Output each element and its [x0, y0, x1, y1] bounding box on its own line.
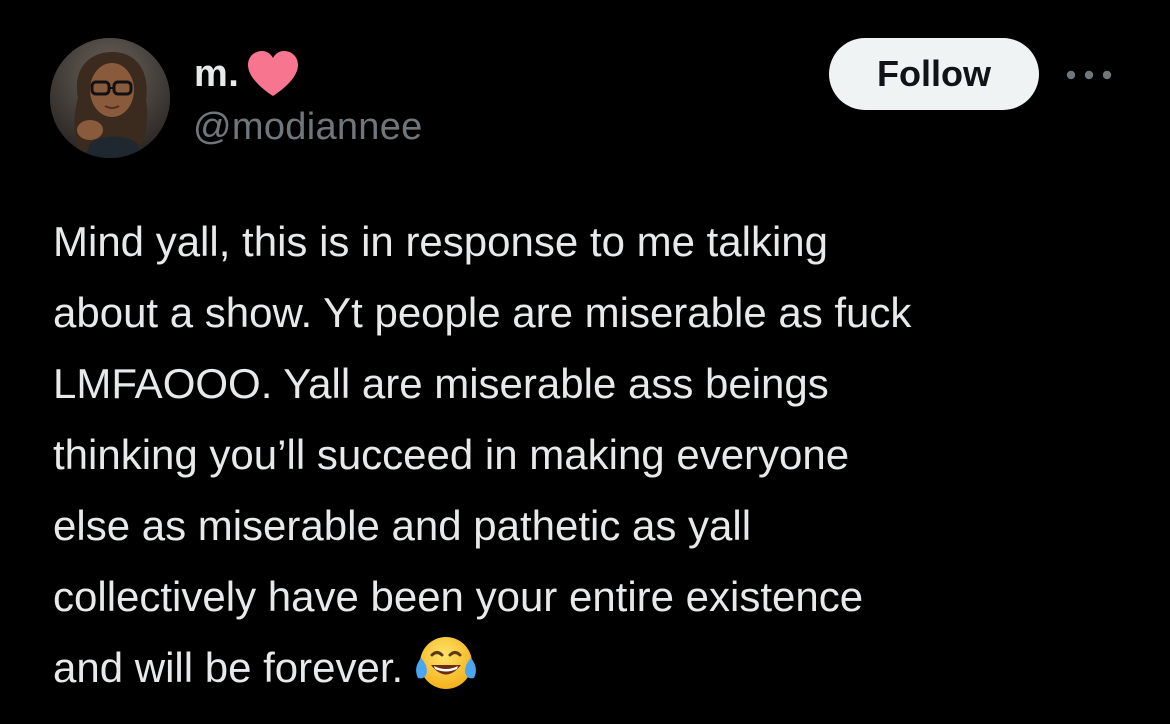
handle[interactable]: @modiannee: [193, 106, 423, 149]
display-name-row[interactable]: m.: [194, 48, 301, 100]
tweet-text-line-content: and will be forever.: [53, 644, 404, 691]
more-options-button[interactable]: [1062, 54, 1116, 96]
tweet-text-line: collectively have been your entire exist…: [53, 573, 864, 620]
tweet-text-line: else as miserable and pathetic as yall: [53, 502, 752, 549]
avatar[interactable]: [50, 38, 170, 158]
tweet-text-line: thinking you’ll succeed in making everyo…: [53, 431, 850, 478]
tweet-card: m. @modiannee Follow Mind yall, this is …: [0, 0, 1170, 724]
avatar-image: [50, 38, 170, 158]
tweet-text-line: about a show. Yt people are miserable as…: [53, 289, 912, 336]
more-dots-icon: [1066, 70, 1112, 80]
tweet-text-line-last: and will be forever.: [53, 632, 1133, 703]
tears-of-joy-emoji-icon: [413, 634, 479, 692]
display-name[interactable]: m.: [194, 53, 239, 96]
follow-button[interactable]: Follow: [829, 38, 1039, 110]
heart-icon: [245, 50, 301, 98]
tweet-text-line: Mind yall, this is in response to me tal…: [53, 218, 829, 265]
tweet-text-line: LMFAOOO. Yall are miserable ass beings: [53, 360, 829, 407]
tweet-text: Mind yall, this is in response to me tal…: [53, 206, 1133, 703]
